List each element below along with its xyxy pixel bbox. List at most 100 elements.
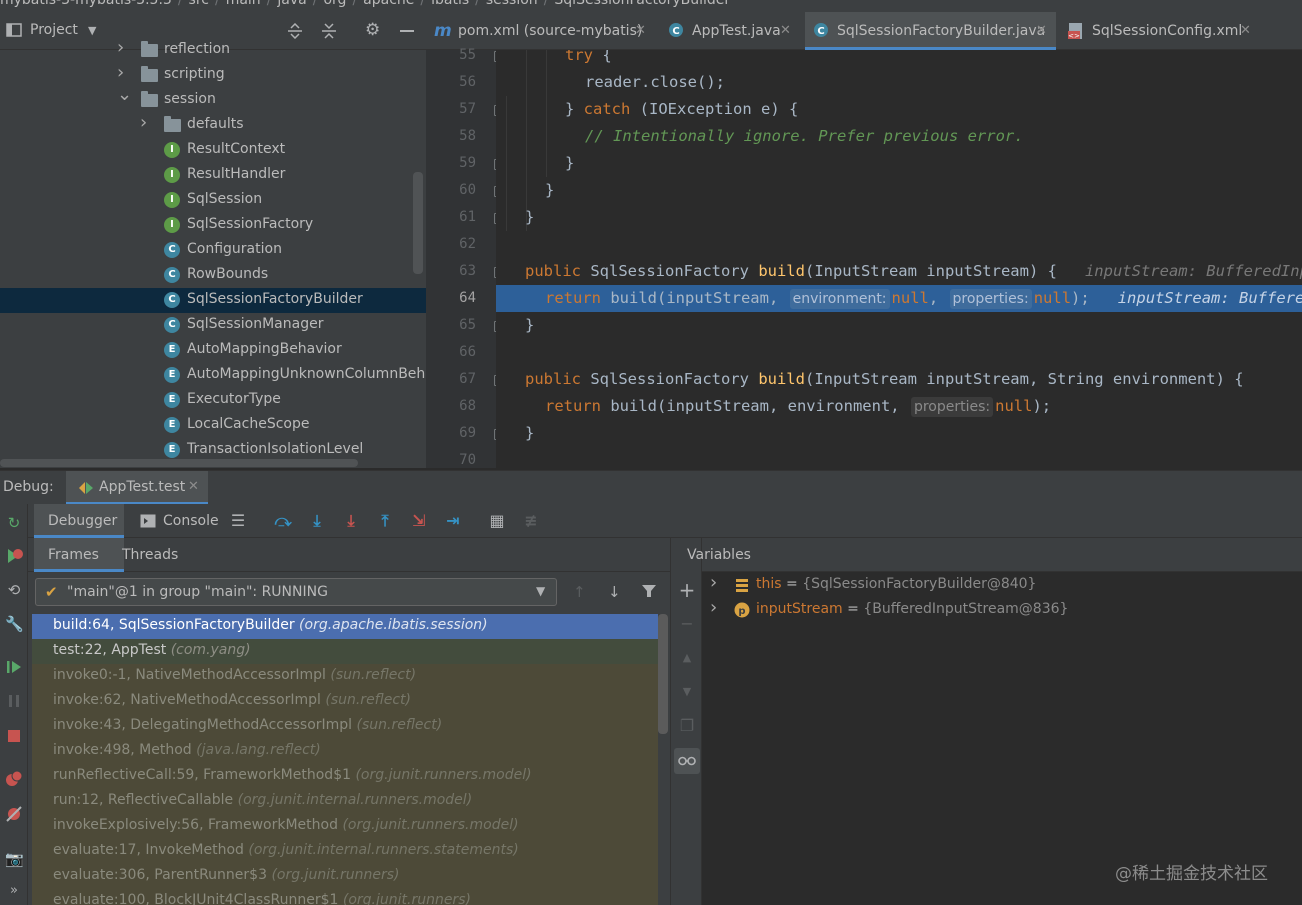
stack-frame[interactable]: invokeExplosively:56, FrameworkMethod (o… (32, 814, 658, 839)
gear-icon[interactable]: ⚙ (365, 22, 380, 39)
chevron-down-icon[interactable]: ▼ (88, 23, 96, 39)
more-icon[interactable]: » (5, 882, 23, 900)
chevron-right-icon[interactable]: › (710, 597, 717, 618)
stack-frame[interactable]: invoke:43, DelegatingMethodAccessorImpl … (32, 714, 658, 739)
code-token: (IOException e) { (630, 100, 799, 118)
show-execution-point-icon[interactable]: ⤼ (273, 512, 293, 530)
close-icon[interactable]: ✕ (780, 23, 791, 38)
stack-frame[interactable]: evaluate:17, InvokeMethod (org.junit.int… (32, 839, 658, 864)
restore-layout-icon[interactable]: ⟲ (5, 581, 23, 599)
evaluate-expression-icon[interactable]: ▦ (487, 512, 507, 530)
tree-item[interactable]: E LocalCacheScope (0, 413, 426, 438)
filter-icon[interactable] (641, 583, 657, 602)
editor-tab[interactable]: <> SqlSessionConfig.xml ✕ (1060, 12, 1260, 50)
remove-watch-icon[interactable]: − (677, 614, 697, 634)
tree-item[interactable]: C Configuration (0, 238, 426, 263)
variable-row[interactable]: › p inputStream = {BufferedInputStream@836… (702, 597, 1302, 623)
stack-frame[interactable]: evaluate:306, ParentRunner$3 (org.junit.… (32, 864, 658, 889)
mute-breakpoints-icon[interactable] (5, 805, 23, 823)
tab-debugger[interactable]: Debugger (34, 504, 124, 538)
camera-icon[interactable]: 📷 (5, 850, 24, 868)
wrench-icon[interactable]: 🔧 (5, 615, 24, 633)
tree-item[interactable]: C SqlSessionManager (0, 313, 426, 338)
drop-frame-icon[interactable]: ⇲ (409, 512, 429, 530)
frames-scrollbar[interactable] (658, 614, 668, 734)
stack-frame[interactable]: invoke:62, NativeMethodAccessorImpl (sun… (32, 689, 658, 714)
thread-select[interactable]: ✔ "main"@1 in group "main": RUNNING ▼ (35, 578, 557, 606)
tree-item[interactable]: › defaults (0, 112, 426, 138)
tree-horizontal-scrollbar[interactable] (0, 459, 358, 467)
chevron-right-icon[interactable]: › (117, 37, 124, 58)
chevron-right-icon[interactable]: › (140, 112, 147, 133)
breadcrumb-item[interactable]: src (189, 0, 209, 8)
variable-row[interactable]: › this = {SqlSessionFactoryBuilder@840} (702, 572, 1302, 598)
tab-threads[interactable]: Threads (122, 538, 202, 572)
tree-item[interactable]: › reflection (0, 37, 426, 63)
tree-item[interactable]: ⌄ session (0, 84, 426, 113)
tree-item[interactable]: I ResultContext (0, 138, 426, 163)
stack-frame[interactable]: invoke:498, Method (java.lang.reflect) (32, 739, 658, 764)
interface-icon: I (164, 192, 180, 208)
close-icon[interactable]: ✕ (1036, 23, 1047, 38)
stack-frame[interactable]: evaluate:100, BlockJUnit4ClassRunner$1 (… (32, 889, 658, 905)
tree-item[interactable]: I SqlSession (0, 188, 426, 213)
code-editor[interactable]: try {reader.close();} catch (IOException… (496, 50, 1302, 468)
move-up-icon[interactable]: ▲ (677, 648, 697, 668)
rerun-icon[interactable]: ↻ (5, 514, 23, 532)
resume-icon[interactable] (5, 658, 23, 676)
tree-item[interactable]: C SqlSessionFactoryBuilder (0, 288, 426, 313)
stack-frame[interactable]: run:12, ReflectiveCallable (org.junit.in… (32, 789, 658, 814)
tree-item[interactable]: › scripting (0, 62, 426, 88)
copy-icon[interactable]: ❐ (677, 716, 697, 736)
breadcrumb-item[interactable]: session (486, 0, 538, 8)
editor-tab[interactable]: C SqlSessionFactoryBuilder.java ✕ (805, 12, 1056, 50)
stack-frame-text: evaluate:17, InvokeMethod (org.junit.int… (53, 842, 519, 858)
breadcrumb-item[interactable]: org (323, 0, 346, 8)
chevron-right-icon[interactable]: › (117, 62, 124, 83)
breadcrumb-item[interactable]: apache (363, 0, 414, 8)
stack-frame[interactable]: build:64, SqlSessionFactoryBuilder (org.… (32, 614, 658, 639)
tree-item[interactable]: I SqlSessionFactory (0, 213, 426, 238)
move-down-icon[interactable]: ▼ (677, 682, 697, 702)
stop-icon[interactable] (5, 727, 23, 745)
view-breakpoints-icon[interactable] (5, 770, 23, 788)
breadcrumb-item[interactable]: SqlSessionFactoryBuilder (554, 0, 730, 8)
tree-vertical-scrollbar[interactable] (413, 172, 423, 274)
breadcrumb-item[interactable]: main (226, 0, 261, 8)
tree-item[interactable]: E AutoMappingBehavior (0, 338, 426, 363)
tab-frames[interactable]: Frames (34, 538, 124, 572)
breadcrumb-item[interactable]: mybatis-3-mybatis-3.5.3 (0, 0, 172, 8)
rerun-failed-icon[interactable] (5, 547, 23, 565)
debug-session-tab[interactable]: AppTest.test ✕ (66, 471, 208, 505)
stack-frame[interactable]: test:22, AppTest (com.yang) (32, 639, 658, 664)
stack-frame[interactable]: runReflectiveCall:59, FrameworkMethod$1 … (32, 764, 658, 789)
editor-tab[interactable]: C AppTest.java ✕ (660, 12, 800, 50)
breadcrumb-item[interactable]: ibatis (431, 0, 469, 8)
glasses-icon[interactable] (674, 748, 700, 774)
stack-frame[interactable]: invoke0:-1, NativeMethodAccessorImpl (su… (32, 664, 658, 689)
breadcrumb-item[interactable]: java (277, 0, 306, 8)
tab-console[interactable]: Console (134, 504, 224, 538)
close-icon[interactable]: ✕ (635, 23, 646, 38)
chevron-down-icon[interactable]: ⌄ (117, 84, 132, 105)
step-out-icon[interactable]: ⤒ (375, 512, 395, 530)
add-watch-icon[interactable]: + (677, 580, 697, 600)
previous-frame-icon[interactable]: ↑ (573, 584, 586, 600)
project-panel-title[interactable]: Project (30, 22, 78, 38)
run-to-cursor-icon[interactable]: ⇥ (443, 512, 463, 530)
editor-tab[interactable]: m pom.xml (source-mybatis) ✕ (426, 12, 655, 50)
trace-icon[interactable]: ≢ (521, 512, 541, 530)
close-icon[interactable]: ✕ (188, 479, 199, 494)
menu-icon[interactable]: ☰ (228, 512, 248, 530)
step-over-icon[interactable]: ⤓ (307, 512, 327, 530)
tree-item[interactable]: I ResultHandler (0, 163, 426, 188)
tree-item-label: defaults (187, 116, 244, 132)
tree-item[interactable]: C RowBounds (0, 263, 426, 288)
pause-icon[interactable] (5, 692, 23, 710)
chevron-right-icon[interactable]: › (710, 572, 717, 593)
step-into-icon[interactable]: ⤓ (341, 512, 361, 530)
tree-item[interactable]: E ExecutorType (0, 388, 426, 413)
close-icon[interactable]: ✕ (1240, 23, 1251, 38)
next-frame-icon[interactable]: ↓ (608, 584, 621, 600)
tree-item[interactable]: E AutoMappingUnknownColumnBehavior (0, 363, 426, 388)
